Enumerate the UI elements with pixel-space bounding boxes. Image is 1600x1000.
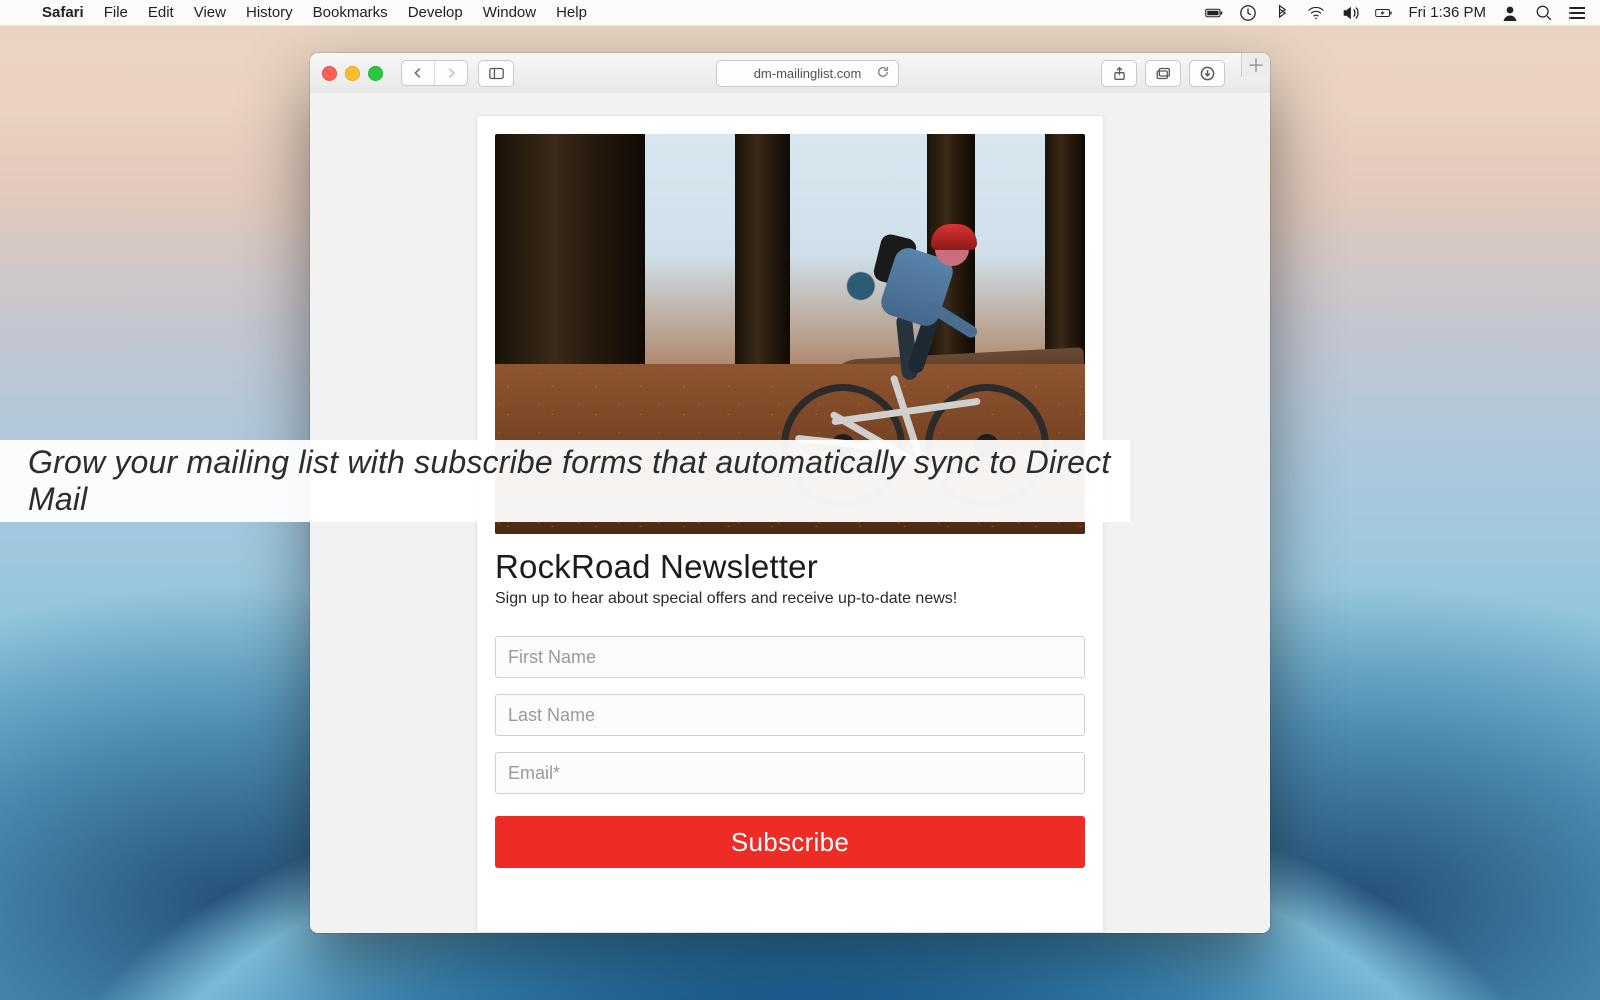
new-tab-button[interactable]: ＋ bbox=[1241, 53, 1270, 77]
menu-edit[interactable]: Edit bbox=[138, 0, 184, 26]
volume-icon[interactable] bbox=[1340, 3, 1360, 23]
menu-view[interactable]: View bbox=[184, 0, 236, 26]
menu-window[interactable]: Window bbox=[473, 0, 546, 26]
reload-icon[interactable] bbox=[876, 65, 890, 82]
timemachine-icon[interactable] bbox=[1238, 3, 1258, 23]
battery-icon[interactable] bbox=[1204, 3, 1224, 23]
window-controls bbox=[322, 66, 383, 81]
safari-toolbar: dm-mailinglist.com ＋ bbox=[310, 53, 1270, 94]
show-tabs-button[interactable] bbox=[1145, 60, 1181, 87]
spotlight-icon[interactable] bbox=[1534, 3, 1554, 23]
first-name-input[interactable] bbox=[495, 636, 1085, 678]
subscribe-card: RockRoad Newsletter Sign up to hear abou… bbox=[476, 115, 1104, 933]
back-button[interactable] bbox=[402, 61, 435, 85]
menu-help[interactable]: Help bbox=[546, 0, 597, 26]
app-menu[interactable]: Safari bbox=[32, 0, 94, 26]
menu-develop[interactable]: Develop bbox=[398, 0, 473, 26]
sidebar-toggle-button[interactable] bbox=[478, 60, 514, 87]
share-button[interactable] bbox=[1101, 60, 1137, 87]
address-bar[interactable]: dm-mailinglist.com bbox=[716, 60, 900, 87]
macos-menubar: Safari File Edit View History Bookmarks … bbox=[0, 0, 1600, 26]
close-window-button[interactable] bbox=[322, 66, 337, 81]
menubar-clock[interactable]: Fri 1:36 PM bbox=[1408, 4, 1486, 21]
form-title: RockRoad Newsletter bbox=[495, 548, 1085, 586]
menu-file[interactable]: File bbox=[94, 0, 138, 26]
zoom-window-button[interactable] bbox=[368, 66, 383, 81]
overlay-caption-band: Grow your mailing list with subscribe fo… bbox=[0, 440, 1130, 522]
downloads-button[interactable] bbox=[1189, 60, 1225, 87]
form-subtitle: Sign up to hear about special offers and… bbox=[495, 590, 1085, 608]
overlay-caption: Grow your mailing list with subscribe fo… bbox=[28, 444, 1130, 518]
minimize-window-button[interactable] bbox=[345, 66, 360, 81]
email-input[interactable] bbox=[495, 752, 1085, 794]
bluetooth-icon[interactable] bbox=[1272, 3, 1292, 23]
forward-button[interactable] bbox=[435, 61, 467, 85]
notification-center-icon[interactable] bbox=[1568, 3, 1588, 23]
user-icon[interactable] bbox=[1500, 3, 1520, 23]
menu-history[interactable]: History bbox=[236, 0, 303, 26]
subscribe-button[interactable]: Subscribe bbox=[495, 816, 1085, 868]
menu-bookmarks[interactable]: Bookmarks bbox=[303, 0, 398, 26]
battery-charge-icon[interactable] bbox=[1374, 3, 1394, 23]
wifi-icon[interactable] bbox=[1306, 3, 1326, 23]
nav-back-forward bbox=[401, 60, 468, 86]
last-name-input[interactable] bbox=[495, 694, 1085, 736]
address-bar-text: dm-mailinglist.com bbox=[754, 66, 862, 81]
